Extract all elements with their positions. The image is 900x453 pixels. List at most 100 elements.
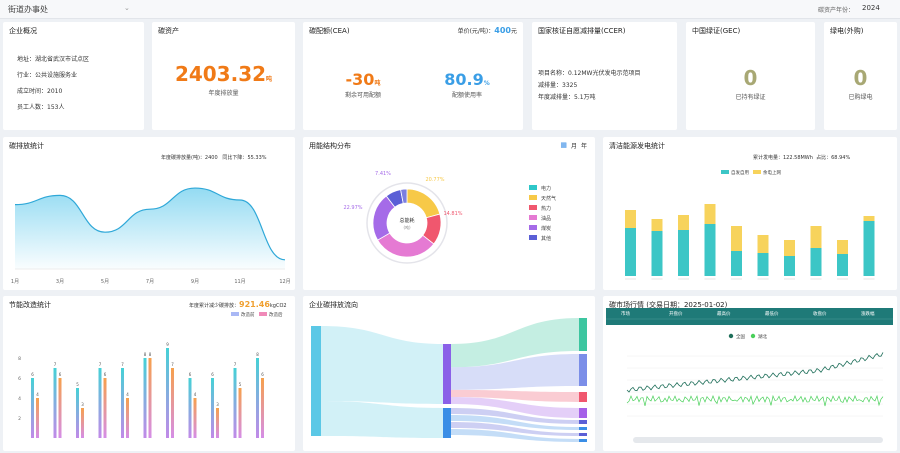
market-table-cell: 市场 — [621, 310, 630, 317]
bar-value-label: 5 — [76, 382, 79, 387]
enterprise-card: 企业概况 地址：湖北省武汉市试点区 行业：公共设施服务业 成立时间：2010 员… — [3, 22, 144, 130]
legend-label: 煤炭 — [541, 225, 551, 232]
sankey-target-node — [579, 392, 587, 402]
bar-grid-export — [784, 240, 795, 256]
bar-before — [211, 378, 214, 438]
bar-value-label: 6 — [31, 372, 34, 377]
bar-grid-export — [810, 226, 822, 248]
legend-swatch — [529, 205, 537, 210]
card-title: 企业概况 — [9, 27, 37, 35]
bar-value-label: 8 — [149, 352, 152, 357]
legend-swatch — [529, 195, 537, 200]
sankey-card: 企业碳排放流向 — [303, 296, 595, 451]
sankey-chart — [311, 318, 587, 442]
emission-card: 碳排放统计 年度碳排放量(吨)：2400 同比下降：55.33% 1月 3月 5月 7… — [3, 137, 295, 290]
gec-value: 0 — [743, 66, 758, 90]
bar-self-use — [731, 251, 742, 276]
card-title: 碳资产 — [158, 27, 179, 35]
legend-swatch — [721, 170, 729, 174]
org-selector[interactable]: 街道办事处 — [8, 4, 48, 15]
bar-value-label: 4 — [194, 392, 197, 397]
market-chart: 市场 开盘价 最高价 最低价 收盘价 涨跌幅全国 湖北 — [606, 308, 893, 443]
y-tick-label: 6 — [18, 376, 21, 382]
bar-grid-export — [704, 204, 716, 224]
sankey-target-node — [579, 408, 587, 418]
emission-chart: 1月 3月 5月 7月 9月 11月 12月 — [11, 187, 291, 285]
bar-value-label: 6 — [211, 372, 214, 377]
bar-value-label: 7 — [54, 362, 57, 367]
bar-after — [261, 378, 264, 438]
bar-before — [31, 378, 34, 438]
legend-dot — [728, 333, 734, 339]
legend-label: 油品 — [541, 215, 551, 222]
bar-value-label: 3 — [81, 402, 84, 407]
bar-grid-export — [837, 240, 848, 254]
green-value: 0 — [853, 66, 868, 90]
legend-swatch — [529, 185, 537, 190]
legend-swatch — [753, 170, 761, 174]
bar-self-use — [625, 228, 636, 276]
top-bar: 街道办事处 ⌄ 碳资产年份： 2024 — [0, 0, 900, 19]
sankey-flow — [321, 326, 443, 404]
bar-after — [103, 378, 107, 438]
cea-remaining-label: 剩余可用配额 — [344, 92, 381, 99]
bar-value-label: 6 — [59, 372, 62, 377]
bar-value-label: 4 — [36, 392, 39, 397]
bar-before — [143, 358, 147, 438]
chevron-down-icon[interactable]: ⌄ — [124, 4, 130, 12]
bar-value-label: 8 — [144, 352, 147, 357]
legend-label: 天然气 — [541, 195, 556, 202]
legend-label: 湖北 — [758, 333, 767, 340]
emission-area — [15, 188, 285, 269]
bar-after — [238, 388, 242, 438]
year-selector[interactable]: 2024 — [862, 4, 880, 12]
slice-label: 7.41% — [375, 171, 391, 177]
legend-label: 自发自用 — [731, 169, 749, 176]
y-tick-label: 2 — [18, 416, 21, 422]
green-label: 已购绿电 — [848, 94, 873, 101]
market-table-cell: 收盘价 — [813, 310, 827, 317]
market-table-cell: 开盘价 — [669, 310, 683, 317]
bar-after — [171, 368, 174, 438]
donut-center-label: 总能耗 — [399, 217, 414, 224]
x-tick-label: 1月 — [11, 279, 19, 285]
legend-dot — [750, 333, 756, 339]
gec-card: 中国绿证(GEC) 0 已持有绿证 — [686, 22, 815, 130]
x-tick-label: 7月 — [146, 279, 154, 285]
market-table-cell: 最低价 — [765, 310, 779, 317]
bar-self-use — [784, 256, 795, 276]
donut-center-value: (吨) — [403, 224, 411, 230]
market-card: 碳市场行情 (交易日期：2025-01-02) 市场 开盘价 最高价 最低价 收盘价 涨跌… — [603, 296, 897, 451]
sankey-target-node — [579, 427, 587, 430]
bar-value-label: 7 — [121, 362, 124, 367]
legend-label: 热力 — [541, 205, 551, 212]
address-row: 地址：湖北省武汉市试点区 — [17, 56, 90, 63]
bar-after — [193, 398, 197, 438]
bar-after — [58, 378, 62, 438]
assets-label: 年度排放量 — [208, 90, 239, 97]
sankey-target-node — [579, 318, 587, 351]
market-table-cell: 涨跌幅 — [861, 310, 875, 317]
x-tick-label: 3月 — [56, 279, 64, 285]
bar-before — [53, 368, 57, 438]
gec-label: 已持有绿证 — [735, 94, 766, 101]
x-tick-label: 9月 — [191, 279, 199, 285]
bar-value-label: 7 — [171, 362, 174, 367]
bar-value-label: 8 — [256, 352, 259, 357]
ccer-project-row: 项目名称：0.12MW光伏发电示范项目 — [538, 70, 641, 77]
x-tick-label: 5月 — [101, 279, 109, 285]
energy-card: 用能结构分布 ▦ 月 年 总能耗 (吨) 7.41% 20.77% 14.81% 31.0… — [303, 137, 595, 290]
bar-value-label: 6 — [261, 372, 264, 377]
series-national-line — [626, 352, 884, 393]
cea-price: 单价(元/吨)：400元 — [457, 26, 517, 35]
legend-label: 改造后 — [269, 311, 283, 318]
bar-before — [121, 368, 124, 438]
bar-value-label: 7 — [99, 362, 102, 367]
sankey-target-node — [579, 439, 587, 442]
bar-grid-export — [678, 215, 689, 230]
slice-label: 22.97% — [343, 205, 362, 211]
bar-self-use — [810, 248, 822, 276]
bar-value-label: 7 — [234, 362, 237, 367]
bar-before — [256, 358, 259, 438]
bar-grid-export — [757, 235, 769, 253]
